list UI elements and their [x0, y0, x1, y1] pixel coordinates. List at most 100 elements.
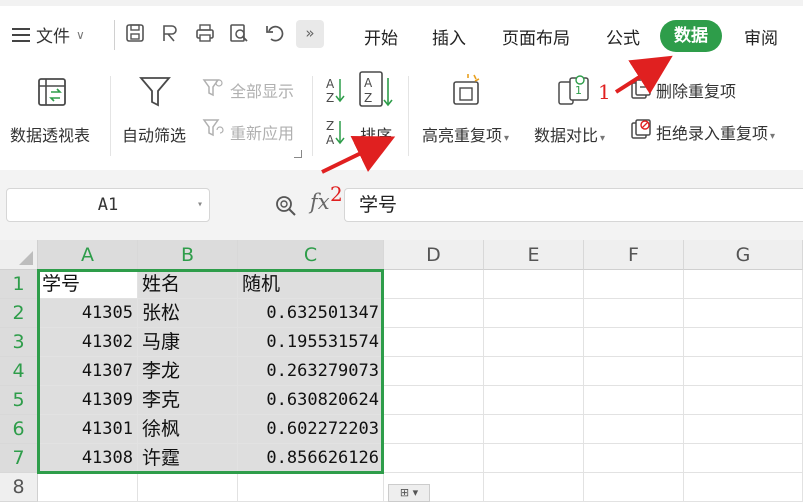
tab-formulas[interactable]: 公式: [606, 24, 640, 49]
row-header-8[interactable]: 8: [0, 473, 38, 502]
cell-d7[interactable]: [384, 444, 484, 473]
cell-e2[interactable]: [484, 299, 584, 328]
cell-c5[interactable]: 0.630820624: [238, 386, 384, 415]
cell-a4[interactable]: 41307: [38, 357, 138, 386]
print-icon[interactable]: [194, 22, 216, 44]
row-header-7[interactable]: 7: [0, 444, 38, 473]
cell-b1[interactable]: 姓名: [138, 270, 238, 299]
column-header-d[interactable]: D: [384, 240, 484, 270]
show-all-button[interactable]: 全部显示: [230, 78, 294, 102]
cell-e4[interactable]: [484, 357, 584, 386]
cell-c3[interactable]: 0.195531574: [238, 328, 384, 357]
cell-f4[interactable]: [584, 357, 684, 386]
cell-c7[interactable]: 0.856626126: [238, 444, 384, 473]
filter-group-launcher-icon[interactable]: [294, 150, 302, 158]
autofilter-button[interactable]: 自动筛选: [122, 122, 186, 146]
cell-a7[interactable]: 41308: [38, 444, 138, 473]
more-commands-button[interactable]: »: [296, 20, 324, 48]
column-header-a[interactable]: A: [38, 240, 138, 270]
row-header-4[interactable]: 4: [0, 357, 38, 386]
filter-icon[interactable]: [138, 74, 172, 110]
cell-f2[interactable]: [584, 299, 684, 328]
custom-sort-icon[interactable]: A Z: [358, 70, 394, 110]
cell-b2[interactable]: 张松: [138, 299, 238, 328]
cell-d1[interactable]: [384, 270, 484, 299]
name-box[interactable]: A1 ▾: [6, 188, 210, 222]
cell-g6[interactable]: [684, 415, 803, 444]
data-compare-button[interactable]: 数据对比 ▾: [534, 122, 605, 146]
highlight-duplicates-icon[interactable]: [450, 72, 484, 108]
cell-f8[interactable]: [584, 473, 684, 502]
paste-options-icon[interactable]: ⊞ ▾: [388, 484, 430, 502]
column-header-e[interactable]: E: [484, 240, 584, 270]
cell-g2[interactable]: [684, 299, 803, 328]
cell-f7[interactable]: [584, 444, 684, 473]
cell-a2[interactable]: 41305: [38, 299, 138, 328]
cell-c8[interactable]: [238, 473, 384, 502]
zoom-icon[interactable]: [274, 194, 298, 218]
cell-g4[interactable]: [684, 357, 803, 386]
undo-icon[interactable]: [264, 22, 286, 44]
row-header-3[interactable]: 3: [0, 328, 38, 357]
row-header-1[interactable]: 1: [0, 270, 38, 299]
cell-d3[interactable]: [384, 328, 484, 357]
tab-review[interactable]: 审阅: [744, 24, 778, 49]
cell-f6[interactable]: [584, 415, 684, 444]
sort-descending-icon[interactable]: Z A: [324, 118, 346, 146]
cell-a1[interactable]: 学号: [38, 270, 138, 299]
cell-g1[interactable]: [684, 270, 803, 299]
tab-home[interactable]: 开始: [364, 24, 398, 49]
cell-g3[interactable]: [684, 328, 803, 357]
cell-d4[interactable]: [384, 357, 484, 386]
reject-duplicates-icon[interactable]: [630, 118, 652, 140]
delete-duplicates-button[interactable]: 删除重复项: [656, 78, 736, 102]
save-icon[interactable]: [124, 22, 146, 44]
file-menu[interactable]: 文件 ∨: [12, 22, 85, 47]
export-pdf-icon[interactable]: [158, 22, 180, 44]
cell-e7[interactable]: [484, 444, 584, 473]
cell-a5[interactable]: 41309: [38, 386, 138, 415]
cell-f3[interactable]: [584, 328, 684, 357]
sort-ascending-icon[interactable]: A Z: [324, 76, 346, 104]
column-header-b[interactable]: B: [138, 240, 238, 270]
pivot-table-button[interactable]: 数据透视表: [10, 122, 90, 146]
row-header-2[interactable]: 2: [0, 299, 38, 328]
column-header-f[interactable]: F: [584, 240, 684, 270]
cell-b4[interactable]: 李龙: [138, 357, 238, 386]
cell-g8[interactable]: [684, 473, 803, 502]
cell-d5[interactable]: [384, 386, 484, 415]
row-header-6[interactable]: 6: [0, 415, 38, 444]
insert-function-button[interactable]: fx: [310, 190, 330, 214]
cell-d2[interactable]: [384, 299, 484, 328]
cell-a3[interactable]: 41302: [38, 328, 138, 357]
row-header-5[interactable]: 5: [0, 386, 38, 415]
cell-g5[interactable]: [684, 386, 803, 415]
cell-c6[interactable]: 0.602272203: [238, 415, 384, 444]
cell-b5[interactable]: 李克: [138, 386, 238, 415]
cell-b3[interactable]: 马康: [138, 328, 238, 357]
tab-data[interactable]: 数据: [660, 20, 722, 52]
cell-b8[interactable]: [138, 473, 238, 502]
cell-b6[interactable]: 徐枫: [138, 415, 238, 444]
reapply-button[interactable]: 重新应用: [230, 120, 294, 144]
print-preview-icon[interactable]: [228, 22, 250, 44]
data-compare-icon[interactable]: 1: [556, 74, 592, 108]
cell-g7[interactable]: [684, 444, 803, 473]
cell-e6[interactable]: [484, 415, 584, 444]
cell-e3[interactable]: [484, 328, 584, 357]
cell-f5[interactable]: [584, 386, 684, 415]
cell-c4[interactable]: 0.263279073: [238, 357, 384, 386]
cell-e1[interactable]: [484, 270, 584, 299]
pivot-table-icon[interactable]: [36, 76, 68, 108]
tab-insert[interactable]: 插入: [432, 24, 466, 49]
cell-b7[interactable]: 许霆: [138, 444, 238, 473]
highlight-duplicates-button[interactable]: 高亮重复项 ▾: [422, 122, 509, 146]
formula-input[interactable]: 学号: [344, 188, 803, 222]
column-header-c[interactable]: C: [238, 240, 384, 270]
cell-e8[interactable]: [484, 473, 584, 502]
column-header-g[interactable]: G: [684, 240, 803, 270]
delete-duplicates-icon[interactable]: [630, 78, 652, 100]
cell-d6[interactable]: [384, 415, 484, 444]
cell-f1[interactable]: [584, 270, 684, 299]
cell-e5[interactable]: [484, 386, 584, 415]
